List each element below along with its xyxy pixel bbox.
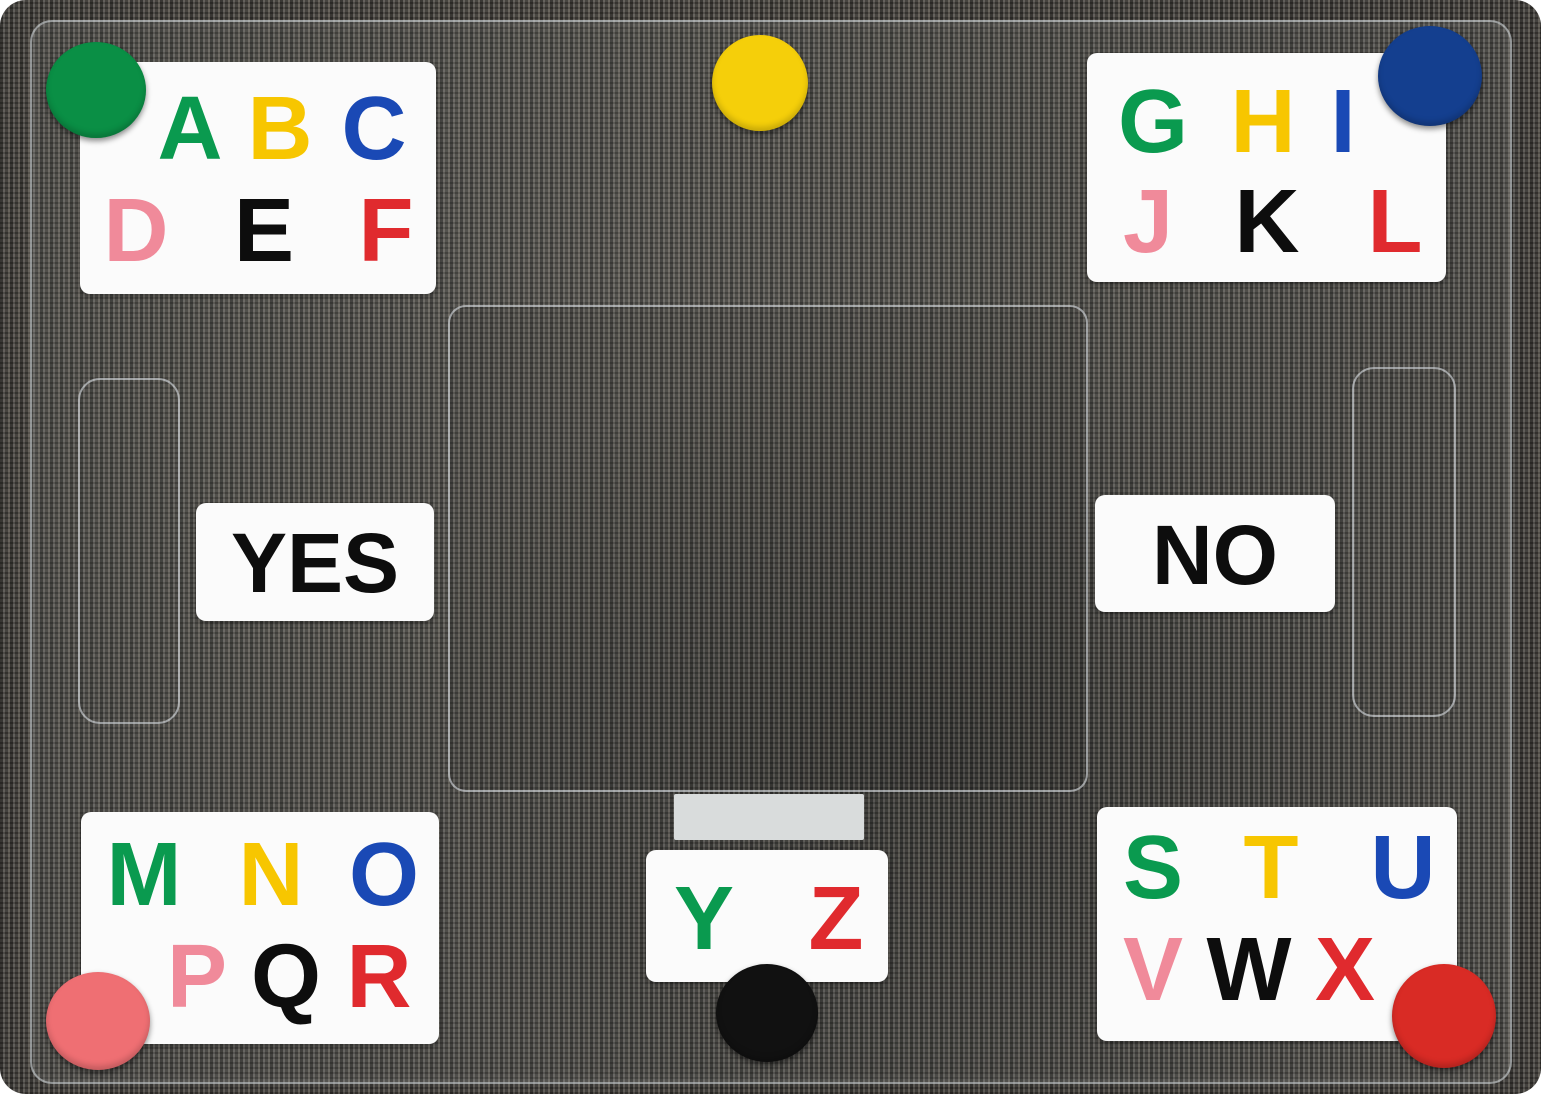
letter-b: B	[247, 79, 313, 179]
letter-v: V	[1122, 920, 1184, 1020]
pink-dot	[46, 972, 150, 1070]
letter-a: A	[157, 79, 223, 179]
no-label: NO	[1152, 508, 1278, 602]
green-dot	[46, 42, 146, 138]
letter-o: O	[348, 825, 419, 925]
right-handle-cutout	[1352, 367, 1456, 717]
letter-m: M	[106, 825, 182, 925]
yes-label: YES	[230, 516, 400, 610]
no-card: NO	[1095, 495, 1335, 612]
letter-i: I	[1330, 72, 1356, 172]
black-dot	[716, 964, 818, 1062]
left-handle-cutout	[78, 378, 180, 724]
center-window	[448, 305, 1088, 792]
letter-g: G	[1117, 72, 1188, 172]
blue-dot	[1378, 26, 1482, 126]
letter-s: S	[1122, 818, 1184, 918]
letter-w: W	[1206, 920, 1292, 1020]
letter-h: H	[1230, 72, 1296, 172]
letter-l: L	[1367, 172, 1423, 272]
letter-c: C	[341, 79, 407, 179]
photo: A B C D E F G H I J K L YES NO M N O P Q…	[0, 0, 1541, 1094]
tape-strip	[674, 794, 864, 840]
letter-k: K	[1234, 172, 1300, 272]
yellow-dot	[712, 35, 808, 131]
red-dot	[1392, 964, 1496, 1068]
yes-card: YES	[196, 503, 434, 621]
letter-u: U	[1370, 818, 1436, 918]
letter-n: N	[238, 825, 304, 925]
letter-f: F	[358, 181, 414, 281]
letter-t: T	[1243, 818, 1299, 918]
letter-j: J	[1122, 172, 1174, 272]
letter-p: P	[166, 927, 228, 1027]
letter-q: Q	[250, 927, 321, 1027]
letter-d: D	[103, 181, 169, 281]
letter-e: E	[233, 181, 295, 281]
letter-card-yz: Y Z	[646, 850, 888, 982]
letter-z: Z	[808, 869, 864, 969]
letter-r: R	[346, 927, 412, 1027]
letter-x: X	[1314, 920, 1376, 1020]
letter-y: Y	[673, 869, 735, 969]
